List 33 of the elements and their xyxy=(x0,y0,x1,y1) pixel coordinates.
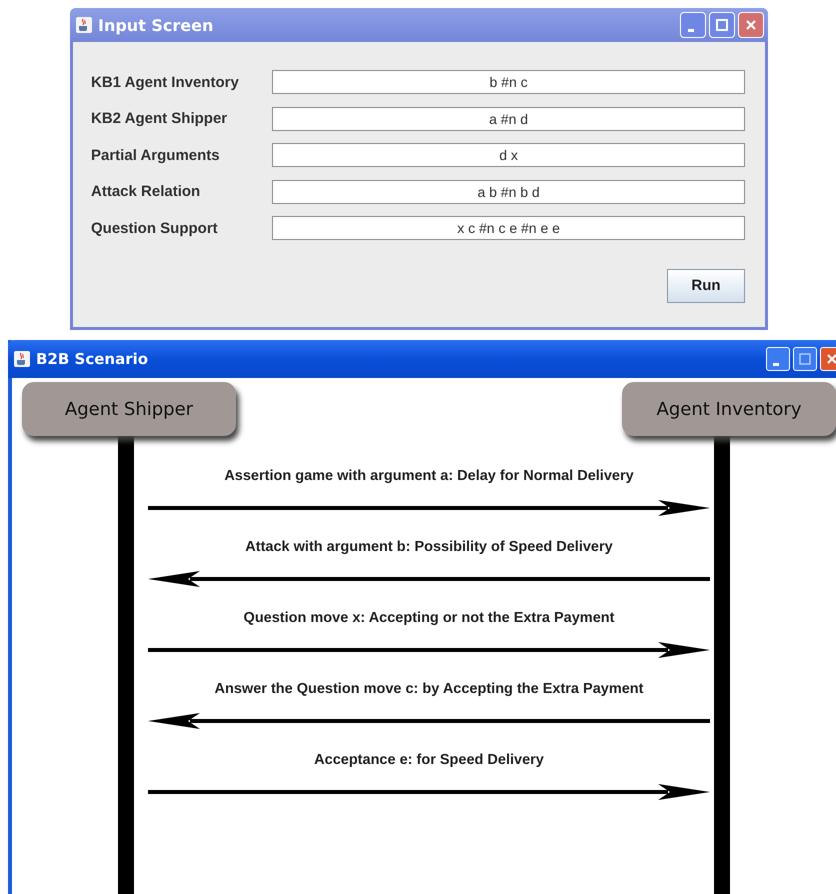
run-button[interactable]: Run xyxy=(667,268,745,302)
field-label: Partial Arguments xyxy=(91,146,221,164)
close-icon xyxy=(826,353,836,365)
message-label: Attack with argument b: Possibility of Speed Delivery xyxy=(245,539,613,555)
message-label: Answer the Question move c: by Accepting the Extra Payment xyxy=(214,681,644,697)
cup-icon xyxy=(76,17,92,33)
field-label: Question Support xyxy=(91,220,219,237)
agent-box: Agent Inventory xyxy=(622,382,836,436)
close-icon xyxy=(745,19,757,31)
maximize-button[interactable] xyxy=(709,12,735,38)
message-label: Assertion game with argument a: Delay for Normal Delivery xyxy=(224,468,634,484)
minimize-button[interactable] xyxy=(766,347,790,371)
message-label: Acceptance e: for Speed Delivery xyxy=(314,752,544,768)
agent-box: Agent Shipper xyxy=(22,382,236,436)
window-title: B2B Scenario xyxy=(36,350,148,368)
minimize-button[interactable] xyxy=(680,12,706,38)
maximize-button[interactable] xyxy=(793,347,817,371)
input-field[interactable]: b #n c xyxy=(272,70,745,94)
input-field[interactable]: a #n d xyxy=(272,106,745,131)
input-field[interactable]: x c #n c e #n e e xyxy=(272,216,745,240)
window-title: Input Screen xyxy=(98,16,214,34)
maximize-icon xyxy=(716,19,728,31)
field-label: KB2 Agent Shipper xyxy=(91,110,228,128)
maximize-icon xyxy=(799,353,811,365)
cup-icon xyxy=(14,351,30,367)
input-field[interactable]: a b #n b d xyxy=(272,180,745,204)
input-field[interactable]: d x xyxy=(272,143,745,168)
minimize-icon xyxy=(688,28,694,32)
field-label: Attack Relation xyxy=(91,183,202,200)
close-button[interactable] xyxy=(738,12,764,38)
field-label: KB1 Agent Inventory xyxy=(91,74,240,91)
message-label: Question move x: Accepting or not the Extra Payment xyxy=(244,610,614,626)
minimize-icon xyxy=(773,362,779,366)
